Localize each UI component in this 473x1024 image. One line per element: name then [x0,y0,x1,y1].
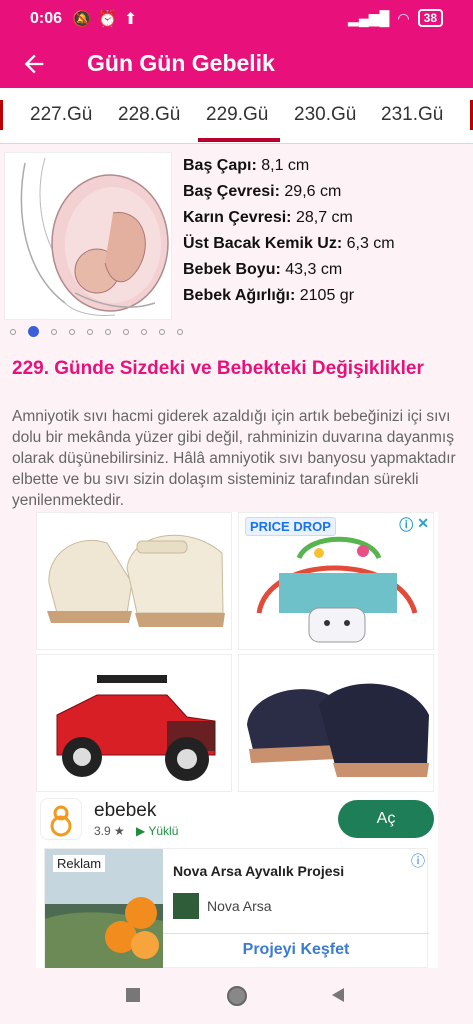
ebebek-logo-icon [50,805,72,837]
navy-shoe-image [247,683,429,777]
ad-close-icon[interactable]: ✕ [417,515,429,535]
sponsor-logo [173,893,199,919]
ebebek-logo [40,798,82,840]
measurement-row: Baş Çevresi: 29,6 cm [183,183,342,200]
app-bar: Gün Gün Gebelik [0,40,473,88]
fetus-drawing [20,157,169,316]
carousel-dot[interactable] [10,328,16,335]
play-store-icon: ▶ [136,824,146,838]
status-time: 0:06 [30,10,63,27]
back-icon[interactable] [330,987,346,1003]
ad-label: Reklam [53,855,106,872]
tab-day-229[interactable]: 229.Gü [206,104,268,126]
ad-sponsor: Nova Arsa [207,898,272,914]
wifi-icon: ◠ [397,9,410,26]
carousel-dot[interactable] [123,328,129,335]
shoe-image [47,534,225,627]
measurements-list: Baş Çapı: 8,1 cm Baş Çevresi: 29,6 cm Ka… [183,155,395,311]
ad-cta-button[interactable]: Projeyi Keşfet [163,941,429,959]
measurement-row: Üst Bacak Kemik Uz: 6,3 cm [183,235,395,252]
advertiser-row[interactable]: ebebek 3.9 ★ ▶ Yüklü Aç [36,794,438,844]
carousel-dots [10,326,183,337]
battery-icon: 38 [417,9,443,27]
tab-edge [0,100,3,130]
carousel-dot[interactable] [28,326,39,337]
ad-product-cream-shoe[interactable] [36,512,232,650]
recents-icon[interactable] [126,988,140,1002]
ad-product-play-gym[interactable]: PRICE DROP ⓘ ✕ [238,512,434,650]
carousel-dot[interactable] [87,328,93,335]
active-tab-indicator [198,138,280,142]
measurement-row: Karın Çevresi: 28,7 cm [183,209,353,226]
measurement-row: Baş Çapı: 8,1 cm [183,157,310,174]
tab-day-227[interactable]: 227.Gü [30,104,92,126]
ad-card-info-icon[interactable]: ⓘ [411,851,425,871]
status-bar: 0:06 🔕 ⏰ ⬆ ▂▄▆█ ◠ 38 [0,0,473,40]
carousel-dot[interactable] [69,328,75,335]
advertiser-rating: 3.9 ★ [94,824,125,838]
measurement-row: Bebek Boyu: 43,3 cm [183,261,343,278]
home-icon[interactable] [226,985,248,1007]
system-nav-bar [0,968,473,1024]
advertiser-name: ebebek [94,800,157,821]
ad-card[interactable]: Reklam Nova Arsa Ayvalık Projesi Nova Ar… [44,848,429,969]
carousel-dot[interactable] [105,328,111,335]
ad-info-icon[interactable]: ⓘ [399,515,413,535]
ad-container: PRICE DROP ⓘ ✕ ebebek 3.9 ★ ▶ Yüklü Aç R… [36,512,438,969]
signal-icon: ▂▄▆█ [348,9,390,26]
upload-icon: ⬆ [123,11,138,28]
carousel-dot[interactable] [177,328,183,335]
ad-title: Nova Arsa Ayvalık Projesi [173,863,345,879]
day-tabs: 227.Gü 228.Gü 229.Gü 230.Gü 231.Gü [0,88,473,144]
carousel-dot[interactable] [141,328,147,335]
back-arrow-icon[interactable] [20,50,48,78]
ad-divider [163,933,429,934]
measurement-row: Bebek Ağırlığı: 2105 gr [183,287,355,304]
open-app-button[interactable]: Aç [338,800,434,838]
tab-day-228[interactable]: 228.Gü [118,104,180,126]
toy-jeep-image [56,675,216,781]
app-title: Gün Gün Gebelik [87,50,275,76]
tab-day-231[interactable]: 231.Gü [381,104,443,126]
fetus-illustration[interactable] [4,152,172,320]
price-drop-badge: PRICE DROP [245,517,336,536]
carousel-dot[interactable] [159,328,165,335]
ad-product-toy-jeep[interactable] [36,654,232,792]
installed-label: ▶ Yüklü [136,824,179,838]
section-body: Amniyotik sıvı hacmi giderek azaldığı iç… [12,408,456,509]
ad-product-navy-shoe[interactable] [238,654,434,792]
ad-card-image: Reklam [45,849,163,969]
tab-day-230[interactable]: 230.Gü [294,104,356,126]
carousel-dot[interactable] [51,328,57,335]
mute-icon: 🔕 [72,11,92,28]
alarm-icon: ⏰ [97,11,118,28]
section-heading: 229. Günde Sizdeki ve Bebekteki Değişikl… [12,358,424,379]
